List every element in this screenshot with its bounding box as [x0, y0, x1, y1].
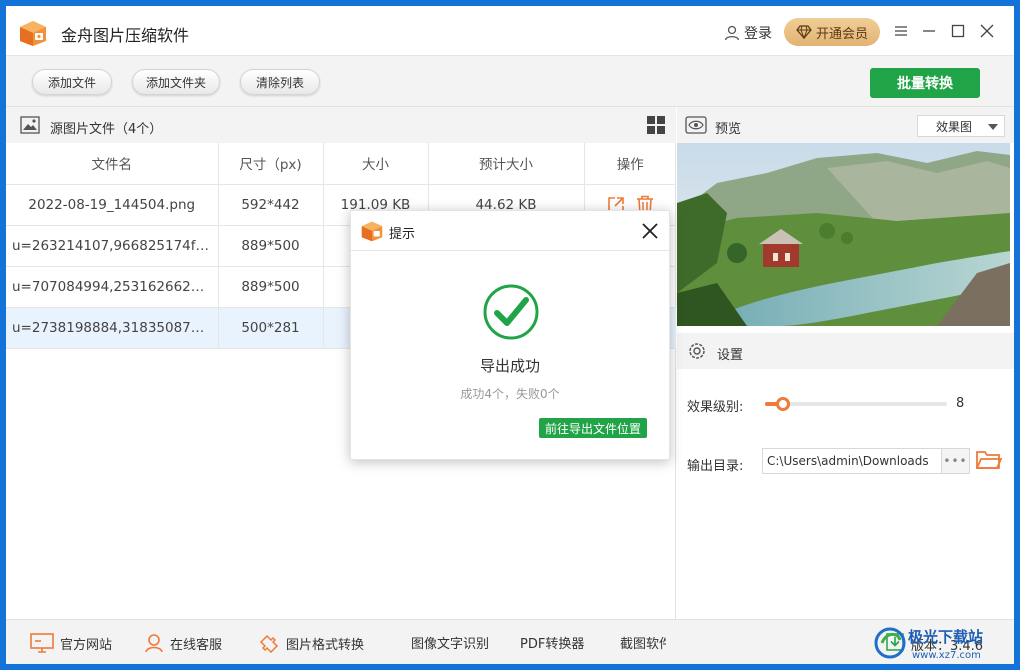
- watermark-top: 极光下载站: [908, 628, 983, 646]
- eye-icon: [685, 116, 707, 134]
- footer-bar: 官方网站 在线客服 图片格式转换 图像文字识别 PDF转换器 截图软件 版本：3…: [6, 619, 1014, 664]
- dialog-detail: 成功4个，失败0个: [460, 387, 560, 401]
- official-site-link[interactable]: 官方网站: [30, 633, 112, 653]
- file-dims: 889*500: [218, 266, 324, 308]
- ocr-label: 图像文字识别: [411, 637, 490, 652]
- preview-label: 预览: [715, 122, 742, 137]
- open-export-location-button[interactable]: 前往导出文件位置: [539, 418, 647, 438]
- check-circle-icon: [483, 284, 539, 340]
- toolbar: 添加文件 添加文件夹 清除列表 批量转换: [6, 56, 1014, 107]
- pdf-converter-link[interactable]: PDF转换器: [520, 633, 584, 652]
- clear-list-button[interactable]: 清除列表: [240, 69, 320, 95]
- gear-icon: [689, 343, 705, 359]
- file-dims: 889*500: [218, 225, 324, 267]
- login-label: 登录: [744, 26, 772, 42]
- close-button[interactable]: [978, 22, 996, 40]
- column-header-dims[interactable]: 尺寸（px): [218, 143, 324, 185]
- menu-icon: [895, 26, 907, 36]
- monitor-icon: [30, 633, 54, 653]
- slider-thumb[interactable]: [776, 397, 790, 411]
- watermark-bottom: www.xz7.com: [912, 650, 981, 661]
- image-format-link[interactable]: 图片格式转换: [258, 633, 364, 653]
- minimize-icon: [923, 30, 935, 32]
- site-watermark: 极光下载站 www.xz7.com: [874, 627, 983, 661]
- file-name: u=263214107,966825174fm=253&fmt=auto&app…: [6, 225, 219, 267]
- settings-label: 设置: [717, 348, 744, 363]
- support-agent-icon: [145, 634, 163, 653]
- preview-mode-select[interactable]: 效果图: [917, 115, 1005, 137]
- maximize-button[interactable]: [949, 22, 967, 40]
- diamond-icon: [796, 25, 812, 39]
- file-name: u=2738198884,3183508794&fm=253&fmt=auto&…: [6, 307, 219, 349]
- vip-label: 开通会员: [815, 26, 868, 42]
- preview-mode-value: 效果图: [936, 119, 973, 134]
- online-support-link[interactable]: 在线客服: [144, 633, 222, 653]
- user-icon: [724, 25, 740, 41]
- preview-image: [677, 143, 1010, 326]
- app-window: 金舟图片压缩软件 登录 开通会员 添加文件 添加文件夹 清除列表 批量转换 源图…: [6, 6, 1014, 664]
- grid-view-icon[interactable]: [646, 115, 666, 135]
- dialog-header: 提示: [351, 211, 669, 251]
- file-dims: 500*281: [218, 307, 324, 349]
- image-format-label: 图片格式转换: [286, 637, 365, 653]
- preview-header: 预览 效果图: [677, 107, 1014, 143]
- dialog-message: 导出成功: [479, 357, 540, 375]
- app-title: 金舟图片压缩软件: [61, 26, 190, 45]
- folder-icon[interactable]: [976, 449, 1002, 471]
- app-logo-icon: [20, 21, 46, 46]
- export-success-dialog: 提示 导出成功 成功4个，失败0个 前往导出文件位置: [350, 210, 670, 460]
- minimize-button[interactable]: [920, 22, 938, 40]
- column-header-actions: 操作: [584, 143, 676, 185]
- source-header: 源图片文件（4个）: [6, 107, 676, 143]
- effect-level-value: 8: [956, 396, 965, 411]
- app-logo-icon: [361, 221, 383, 242]
- vip-button[interactable]: 开通会员: [784, 18, 880, 46]
- chevron-down-icon: [988, 124, 998, 130]
- effect-level-slider[interactable]: [765, 397, 947, 411]
- browse-button[interactable]: •••: [942, 448, 970, 474]
- login-button[interactable]: 登录: [724, 23, 772, 43]
- image-icon: [20, 116, 40, 134]
- output-dir-field[interactable]: [762, 448, 942, 474]
- effect-level-label: 效果级别:: [687, 400, 744, 415]
- file-dims: 592*442: [218, 184, 324, 226]
- maximize-icon: [951, 24, 965, 38]
- batch-convert-button[interactable]: 批量转换: [870, 68, 980, 98]
- ocr-link[interactable]: 图像文字识别: [411, 633, 489, 652]
- column-header-est-size[interactable]: 预计大小: [428, 143, 585, 185]
- output-dir-label: 输出目录:: [687, 459, 744, 474]
- settings-header: 设置: [677, 333, 1014, 369]
- file-name: 2022-08-19_144504.png: [6, 184, 219, 226]
- menu-button[interactable]: [892, 22, 910, 40]
- title-bar: 金舟图片压缩软件 登录 开通会员: [6, 6, 1014, 56]
- close-icon: [980, 24, 994, 38]
- screenshot-tool-label: 截图软件: [620, 637, 666, 652]
- close-icon[interactable]: [641, 222, 659, 240]
- column-header-name[interactable]: 文件名: [6, 143, 219, 185]
- source-title: 源图片文件（4个）: [50, 122, 163, 137]
- online-support-label: 在线客服: [170, 637, 223, 653]
- screenshot-tool-link[interactable]: 截图软件: [620, 633, 666, 652]
- add-file-button[interactable]: 添加文件: [32, 69, 112, 95]
- table-header-row: 文件名 尺寸（px) 大小 预计大小 操作: [6, 143, 676, 185]
- add-folder-button[interactable]: 添加文件夹: [132, 69, 220, 95]
- puzzle-icon: [259, 634, 279, 653]
- official-site-label: 官方网站: [60, 637, 113, 653]
- file-name: u=707084994,2531626623fm=253&fmt=auto&ap…: [6, 266, 219, 308]
- pdf-converter-label: PDF转换器: [520, 637, 585, 652]
- dialog-title: 提示: [389, 227, 416, 242]
- column-header-size[interactable]: 大小: [323, 143, 429, 185]
- preview-settings-panel: 预览 效果图 设置 效果级别: 8 输出目录: C:\Users\admin\D…: [677, 107, 1014, 619]
